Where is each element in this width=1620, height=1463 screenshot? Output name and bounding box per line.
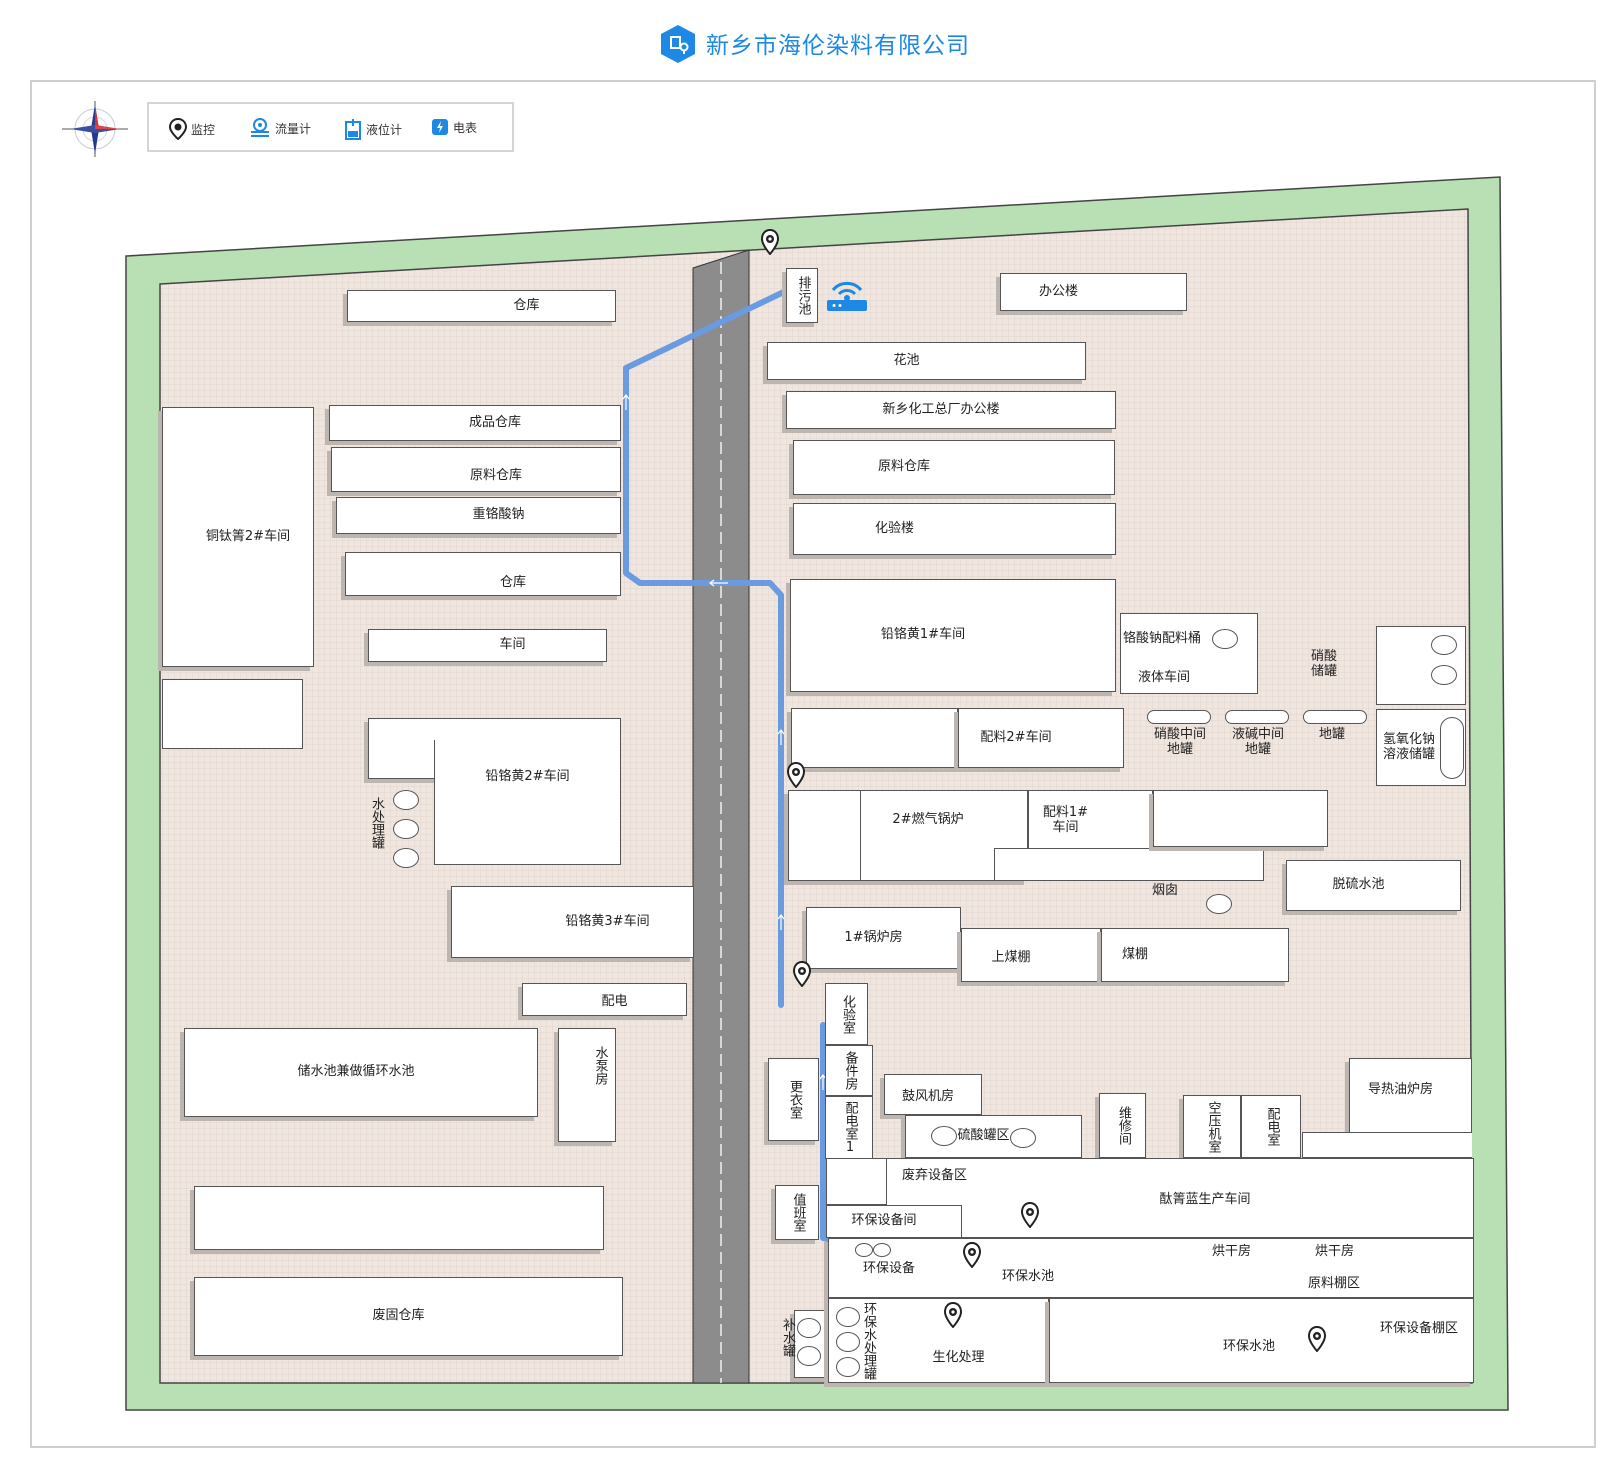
power-room-1[interactable]: 配电室1 [825, 1096, 873, 1159]
coal-shed[interactable]: 煤棚 [1101, 928, 1289, 982]
water-tank-a[interactable] [393, 790, 419, 810]
duty-room[interactable]: 值班室 [775, 1185, 819, 1240]
env-equipment-zone[interactable] [828, 1238, 1474, 1298]
chromate-tank[interactable] [1212, 629, 1238, 649]
map-pin-icon[interactable] [760, 229, 780, 255]
makeup-tank-label: 补水罐 [779, 1318, 795, 1357]
unnamed-storage[interactable] [194, 1186, 604, 1250]
raw-shed-label: 原料棚区 [1308, 1276, 1361, 1291]
changing-room[interactable]: 更衣室 [768, 1058, 819, 1141]
map-pin-icon[interactable] [962, 1242, 982, 1268]
workshop[interactable]: 车间 [368, 629, 607, 662]
heat-oil-lower[interactable] [1302, 1132, 1472, 1158]
map-pin-icon[interactable] [792, 961, 812, 987]
makeup-tank-b[interactable] [797, 1346, 821, 1366]
naoh-tank-vessel[interactable] [1440, 717, 1464, 779]
alkali-mid-tank[interactable] [1225, 710, 1289, 724]
gas-boiler-divider [860, 790, 861, 881]
chromate-tank-label: 铬酸钠配料桶 [1123, 631, 1202, 646]
sodium-dichromate[interactable]: 重铬酸钠 [336, 497, 621, 534]
nitric-storage-tank-b[interactable] [1431, 665, 1457, 685]
boiler-room-1[interactable]: 1#锅炉房 [806, 907, 961, 969]
env-equipment-label: 环保设备 [863, 1261, 916, 1276]
mix1-annex[interactable] [1153, 790, 1328, 847]
env-pool2-label: 环保水池 [1223, 1339, 1276, 1354]
phthalo-blue-workshop[interactable]: 酞箐蓝生产车间 [886, 1158, 1474, 1238]
lead-chrome-1-workshop[interactable]: 铅铬黄1#车间 [790, 579, 1116, 692]
raw-warehouse-left[interactable]: 原料仓库 [331, 447, 621, 492]
storage-pool[interactable]: 储水池兼做循环水池 [184, 1028, 538, 1117]
map-pin-icon[interactable] [1307, 1326, 1327, 1352]
liquid-workshop-label: 液体车间 [1138, 670, 1191, 685]
office-building[interactable]: 办公楼 [1000, 273, 1187, 311]
copper-workshop[interactable]: 铜钛箐2#车间 [162, 407, 314, 667]
mix2-workshop[interactable]: 配料2#车间 [958, 708, 1124, 768]
mix2-annex[interactable] [791, 708, 958, 768]
gas-boiler[interactable]: 2#燃气锅炉 [788, 790, 1028, 881]
map-pin-icon[interactable] [943, 1302, 963, 1328]
waste-equipment-label: 废弃设备区 [902, 1168, 968, 1183]
blower-room[interactable]: 鼓风机房 [884, 1074, 982, 1115]
raw-warehouse-right[interactable]: 原料仓库 [793, 440, 1115, 495]
mix1-lower[interactable] [994, 848, 1264, 881]
makeup-tank-a[interactable] [797, 1318, 821, 1338]
wifi-router-icon[interactable] [825, 272, 869, 312]
env-equipment-tank-b[interactable] [873, 1243, 891, 1257]
ground-tank[interactable] [1303, 710, 1367, 724]
lab-building[interactable]: 化验楼 [793, 503, 1116, 555]
lead-chrome-3-workshop[interactable]: 铅铬黄3#车间 [451, 886, 694, 958]
lead-chrome-2-workshop[interactable]: 铅铬黄2#车间 [434, 740, 621, 865]
sewage-pool[interactable]: 排污池 [786, 268, 818, 323]
coal-shed-upper[interactable]: 上煤棚 [961, 928, 1101, 982]
nitric-mid-label: 硝酸中间地罐 [1153, 727, 1206, 757]
sulfuric-tank-a[interactable] [931, 1126, 957, 1146]
pump-room[interactable]: 水泵房 [558, 1028, 616, 1142]
env-equipment-tank-a[interactable] [855, 1243, 873, 1257]
compressor-room[interactable]: 空压机室 [1183, 1095, 1241, 1158]
sulfuric-tank-b[interactable] [1010, 1128, 1036, 1148]
env-treat-tank-c[interactable] [836, 1357, 860, 1377]
nitric-mid-tank[interactable] [1147, 710, 1211, 724]
dry-room-b-label: 烘干房 [1315, 1244, 1355, 1259]
water-tank-c[interactable] [393, 848, 419, 868]
dry-room-a-label: 烘干房 [1212, 1244, 1252, 1259]
warehouse-top[interactable]: 仓库 [347, 290, 616, 322]
repair-room[interactable]: 维修间 [1099, 1093, 1146, 1158]
chimney-label: 烟囱 [1152, 883, 1179, 898]
waste-equipment-left[interactable] [826, 1158, 886, 1205]
nitric-tank-label: 硝酸储罐 [1310, 649, 1337, 679]
flowerbed[interactable]: 花池 [767, 342, 1086, 380]
env-shed-label: 环保设备棚区 [1380, 1321, 1459, 1336]
ground-tank-label: 地罐 [1319, 727, 1346, 742]
chimney[interactable] [1206, 894, 1232, 914]
alkali-mid-label: 液碱中间地罐 [1231, 727, 1284, 757]
env-treat-tank-b[interactable] [836, 1332, 860, 1352]
map-pin-icon[interactable] [786, 762, 806, 788]
power-room[interactable]: 配电室 [1241, 1095, 1301, 1158]
unnamed-building[interactable] [162, 679, 303, 749]
desulfur-pool[interactable]: 脱硫水池 [1286, 860, 1461, 911]
water-tank-b[interactable] [393, 819, 419, 839]
spare-room[interactable]: 备件房 [825, 1045, 873, 1096]
finished-warehouse[interactable]: 成品仓库 [329, 405, 621, 441]
solid-waste-warehouse[interactable]: 废固仓库 [194, 1277, 623, 1356]
env-treat-tank-a[interactable] [836, 1307, 860, 1327]
nitric-storage-tank-a[interactable] [1431, 635, 1457, 655]
env-equipment-room[interactable]: 环保设备间 [826, 1205, 962, 1238]
env-pool-label: 环保水池 [1002, 1269, 1055, 1284]
env-water-treat-label: 环保水处理罐 [860, 1302, 876, 1380]
warehouse-mid[interactable]: 仓库 [345, 552, 621, 596]
power-distribution[interactable]: 配电 [522, 983, 687, 1016]
map-pin-icon[interactable] [1020, 1202, 1040, 1228]
water-tank-label: 水处理罐 [368, 797, 384, 849]
lab-room[interactable]: 化验室 [825, 983, 868, 1045]
xinxiang-office[interactable]: 新乡化工总厂办公楼 [786, 391, 1116, 429]
main-road [692, 249, 750, 1384]
